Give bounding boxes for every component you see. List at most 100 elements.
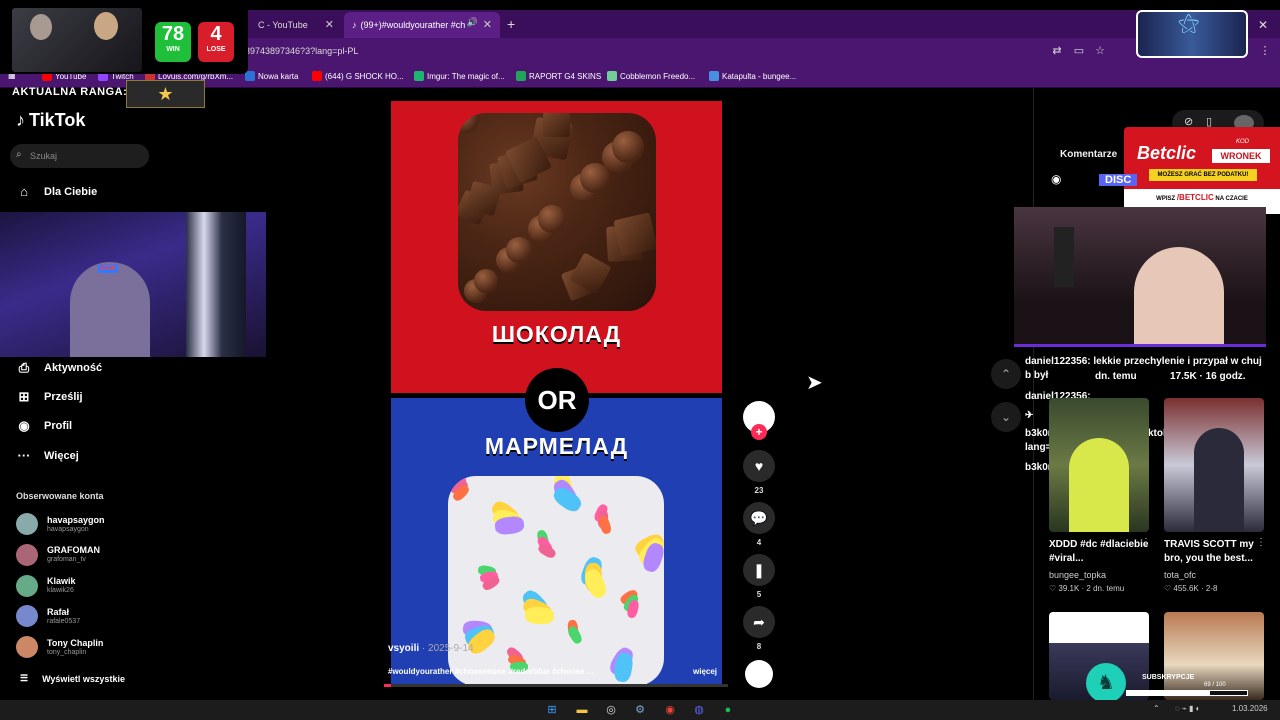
more-link[interactable]: więcej bbox=[693, 667, 717, 676]
video-author[interactable]: tota_ofc bbox=[1164, 570, 1196, 580]
bookmark-star-icon[interactable]: ☆ bbox=[1093, 44, 1107, 58]
tab-youtube[interactable]: C - YouTube ✕ bbox=[250, 12, 342, 38]
close-tab-icon[interactable]: ✕ bbox=[483, 18, 492, 31]
nav-activity[interactable]: ⎙ Aktywność bbox=[16, 360, 102, 376]
gummy-candy bbox=[582, 566, 609, 601]
shelf-background bbox=[186, 212, 246, 357]
music-disc-icon[interactable] bbox=[745, 660, 773, 688]
file-explorer-icon[interactable]: ▬ bbox=[574, 703, 590, 717]
tray-icons[interactable]: ◌ ⌁ ▮ ◐ bbox=[1175, 704, 1200, 713]
show-all-button[interactable]: ☰ Wyświetl wszystkie bbox=[20, 673, 125, 684]
nav-more[interactable]: ··· Więcej bbox=[16, 448, 79, 463]
bookmark-katapulta[interactable]: Katapulta - bungee... bbox=[709, 71, 796, 81]
like-button[interactable]: ♥ 23 bbox=[743, 450, 775, 495]
account-avatar bbox=[16, 513, 38, 535]
comments-tab[interactable]: Komentarze bbox=[1060, 149, 1117, 160]
comment-button[interactable]: 💬 4 bbox=[743, 502, 775, 547]
next-video-button[interactable]: ⌄ bbox=[991, 402, 1021, 432]
nav-for-you[interactable]: ⌂ Dla Ciebie bbox=[16, 184, 97, 199]
more-dots-icon: ··· bbox=[17, 448, 31, 463]
search-icon: ⌕ bbox=[16, 149, 22, 160]
tray-chevron-icon[interactable]: ⌃ bbox=[1153, 704, 1160, 713]
tiktok-note-icon: ♪ bbox=[16, 110, 25, 130]
account-handle: tony_chaplin bbox=[47, 648, 87, 656]
video-progress-bar[interactable] bbox=[384, 684, 728, 687]
comment-bubble-icon: 💬 bbox=[743, 502, 775, 534]
speaker-icon[interactable]: 🔊 bbox=[467, 17, 478, 28]
streamer-facecam bbox=[12, 8, 142, 72]
video-hashtags[interactable]: #wouldyourather #choosenone #redorblue #… bbox=[388, 667, 593, 676]
close-window-icon[interactable]: ✕ bbox=[1258, 18, 1268, 32]
video-author[interactable]: vsyoili · 2025-9-14 bbox=[388, 643, 474, 654]
discord-app-icon[interactable]: ◍ bbox=[691, 703, 707, 717]
followed-account[interactable]: Rafał rafale0537 bbox=[16, 605, 80, 628]
list-icon: ☰ bbox=[20, 673, 29, 683]
gummy-candy bbox=[597, 514, 613, 536]
profile-avatar-icon: ◉ bbox=[18, 418, 30, 433]
browser-menu-icon[interactable]: ⋮ bbox=[1258, 44, 1272, 58]
account-name: Rafał bbox=[47, 606, 70, 617]
subscriber-goal-fill bbox=[1127, 691, 1210, 695]
video-caption[interactable]: TRAVIS SCOTT my bro, you the best... bbox=[1164, 538, 1270, 566]
gummy-candy bbox=[494, 515, 525, 536]
chocolate-image bbox=[458, 113, 656, 311]
streamer-figure bbox=[70, 262, 150, 357]
video-top-panel bbox=[391, 101, 722, 393]
bookmark-new-tab[interactable]: Nowa karta bbox=[245, 71, 298, 81]
video-caption[interactable]: XDDD #dc #dlaciebie #viral... bbox=[1049, 538, 1155, 566]
bookmark-imgur[interactable]: Imgur: The magic of... bbox=[414, 71, 505, 81]
new-tab-icon[interactable]: + bbox=[507, 16, 515, 32]
katapulta-icon bbox=[709, 71, 719, 81]
video-player[interactable]: ШОКОЛАД OR МАРМЕЛАД bbox=[391, 101, 722, 686]
translate-icon[interactable]: ⇄ bbox=[1050, 44, 1064, 58]
thumbnail-figure bbox=[1194, 428, 1244, 532]
nav-upload[interactable]: ⊞ Prześlij bbox=[16, 389, 83, 405]
spotify-icon[interactable]: ● bbox=[720, 703, 736, 717]
video-options-icon[interactable]: ⋮ bbox=[1141, 537, 1151, 548]
tab-tiktok[interactable]: ♪ (99+)#wouldyourather #ch 🔊 ✕ bbox=[344, 12, 500, 38]
video-thumbnail[interactable] bbox=[1164, 398, 1264, 532]
share-button[interactable]: ➦ 8 bbox=[743, 606, 775, 651]
chocolate-ball bbox=[538, 205, 566, 233]
chocolate-cube bbox=[542, 113, 571, 138]
bookmark-icon: ❚ bbox=[743, 554, 775, 586]
youtube-icon bbox=[312, 71, 322, 81]
upload-plus-icon: ⊞ bbox=[18, 389, 30, 404]
follow-plus-icon[interactable]: + bbox=[751, 424, 767, 440]
discord-icon: ◉ bbox=[1051, 172, 1062, 186]
previous-video-button[interactable]: ⌃ bbox=[991, 359, 1021, 389]
windows-start-icon[interactable]: ⊞ bbox=[544, 703, 560, 717]
obs-icon[interactable]: ◎ bbox=[603, 703, 619, 717]
tiktok-logo[interactable]: ♪ TikTok bbox=[16, 110, 85, 131]
screen: { "browser": { "tabs": [ {"label": "C - … bbox=[0, 0, 1280, 720]
chocolate-ball bbox=[458, 113, 478, 133]
nav-profile[interactable]: ◉ Profil bbox=[16, 418, 72, 434]
followed-account[interactable]: Klawik klawik26 bbox=[16, 574, 76, 597]
followed-account[interactable]: GRAFOMAN grafoman_tv bbox=[16, 543, 100, 566]
video-options-icon[interactable]: ⋮ bbox=[1256, 537, 1266, 548]
account-name: Tony Chaplin bbox=[47, 637, 104, 648]
save-button[interactable]: ❚ 5 bbox=[743, 554, 775, 599]
gummy-candy bbox=[524, 606, 555, 625]
video-author[interactable]: bungee_topka bbox=[1049, 570, 1106, 580]
star-rank-icon: ★ bbox=[126, 80, 205, 108]
taskbar-date: 1.03.2026 bbox=[1232, 704, 1268, 713]
chrome-icon[interactable]: ◉ bbox=[662, 703, 678, 717]
bookmark-gshock[interactable]: (644) G SHOCK HO... bbox=[312, 71, 404, 81]
steam-icon[interactable]: ⚙ bbox=[632, 703, 648, 717]
search-input[interactable]: ⌕ Szukaj bbox=[10, 144, 149, 168]
followed-account[interactable]: Tony Chaplin tony_chaplin bbox=[16, 636, 104, 659]
bookmark-raport[interactable]: RAPORT G4 SKINS bbox=[516, 71, 601, 81]
video-progress-fill bbox=[384, 684, 391, 687]
second-webcam bbox=[1014, 207, 1266, 347]
share-arrow-icon: ➦ bbox=[743, 606, 775, 638]
cast-icon[interactable]: ▭ bbox=[1072, 44, 1086, 58]
following-title: Obserwowane konta bbox=[16, 491, 104, 501]
close-tab-icon[interactable]: ✕ bbox=[325, 18, 334, 31]
account-handle: havapsaygon bbox=[47, 525, 89, 533]
followed-account[interactable]: havapsaygon havapsaygon bbox=[16, 513, 105, 535]
bookmark-cobblemon[interactable]: Cobblemon Freedo... bbox=[607, 71, 695, 81]
video-thumbnail[interactable] bbox=[1049, 398, 1149, 532]
video-stats-behind: 17.5K · 16 godz. bbox=[1170, 371, 1246, 382]
url-text[interactable]: 39743897346?3?lang=pl-PL bbox=[245, 46, 358, 56]
